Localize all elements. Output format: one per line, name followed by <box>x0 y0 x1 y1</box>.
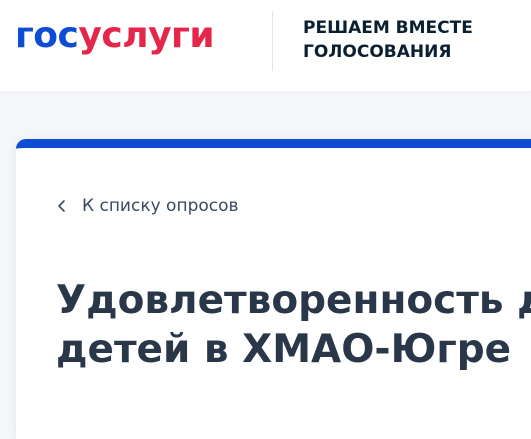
back-link-label: К списку опросов <box>82 196 239 216</box>
header-divider <box>272 11 273 71</box>
survey-title-line-2: детей в ХМАО-Югре <box>56 327 512 372</box>
gosuslugi-logo[interactable]: госуслуги <box>15 14 215 58</box>
logo-part-uslugi: услуги <box>78 15 215 56</box>
logo-part-gos: гос <box>15 15 79 56</box>
survey-title-line-1: Удовлетворенность д <box>56 278 531 323</box>
site-header: госуслуги РЕШАЕМ ВМЕСТЕ ГОЛОСОВАНИЯ <box>0 0 531 91</box>
back-to-surveys-link[interactable]: К списку опросов <box>56 193 239 219</box>
service-tagline[interactable]: РЕШАЕМ ВМЕСТЕ ГОЛОСОВАНИЯ <box>303 16 473 64</box>
tagline-line-1: РЕШАЕМ ВМЕСТЕ <box>303 18 473 38</box>
survey-title: Удовлетворенность д детей в ХМАО-Югре <box>56 276 531 374</box>
chevron-left-icon <box>58 200 65 212</box>
tagline-line-2: ГОЛОСОВАНИЯ <box>303 42 452 62</box>
